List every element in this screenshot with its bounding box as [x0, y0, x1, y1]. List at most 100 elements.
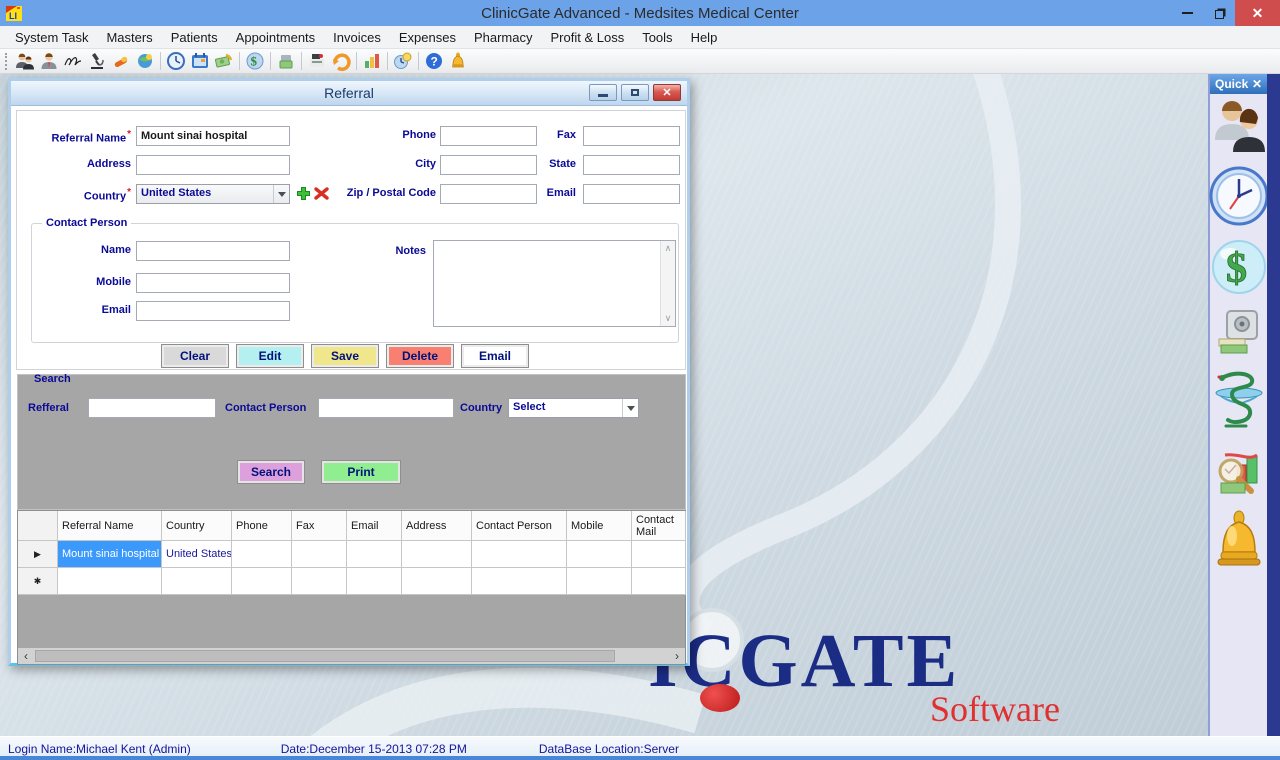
menu-help[interactable]: Help — [682, 27, 727, 48]
dialog-minimize-button[interactable] — [589, 84, 617, 101]
alerts-icon[interactable] — [1214, 510, 1264, 568]
grid-header-referral-name[interactable]: Referral Name — [58, 511, 162, 541]
expenses-icon[interactable] — [1215, 307, 1263, 357]
bell-icon[interactable] — [446, 50, 470, 72]
email-button[interactable]: Email — [462, 345, 528, 367]
grid-horizontal-scrollbar[interactable]: ‹ › — [18, 648, 685, 664]
cell-email[interactable] — [347, 568, 402, 595]
print-button[interactable]: Print — [322, 461, 400, 483]
menu-tools[interactable]: Tools — [633, 27, 681, 48]
cell-mobile[interactable] — [567, 568, 632, 595]
grid-header-country[interactable]: Country — [162, 511, 232, 541]
scroll-right-icon[interactable]: › — [669, 648, 685, 664]
help-icon[interactable]: ? — [422, 50, 446, 72]
cell-address[interactable] — [402, 568, 472, 595]
patients-group-icon[interactable] — [13, 50, 37, 72]
grid-header-email[interactable]: Email — [347, 511, 402, 541]
cell-email[interactable] — [347, 541, 402, 568]
close-button[interactable]: ✕ — [1235, 0, 1280, 26]
menu-pharmacy[interactable]: Pharmacy — [465, 27, 542, 48]
cell-fax[interactable] — [292, 541, 347, 568]
cell-phone[interactable] — [232, 541, 292, 568]
cell-fax[interactable] — [292, 568, 347, 595]
referral-name-input[interactable] — [136, 126, 290, 146]
notes-label: Notes — [316, 245, 426, 257]
menu-masters[interactable]: Masters — [97, 27, 161, 48]
profit-loss-icon[interactable] — [1213, 445, 1265, 499]
patients-icon[interactable] — [1213, 98, 1265, 154]
grid-header-contact-mail[interactable]: Contact Mail — [632, 511, 686, 541]
contact-mobile-input[interactable] — [136, 273, 290, 293]
cell-contact-person[interactable] — [472, 541, 567, 568]
services-icon[interactable] — [133, 50, 157, 72]
toolbar-grip — [5, 53, 8, 70]
search-refferal-input[interactable] — [88, 398, 216, 418]
calendar-icon[interactable] — [188, 50, 212, 72]
clock-icon[interactable] — [164, 50, 188, 72]
patient-icon[interactable] — [37, 50, 61, 72]
add-country-icon[interactable] — [296, 186, 311, 201]
signature-icon[interactable] — [61, 50, 85, 72]
notes-input[interactable]: ∧∨ — [433, 240, 676, 327]
cell-contact-person[interactable] — [472, 568, 567, 595]
minimize-button[interactable] — [1171, 0, 1203, 26]
prescription-icon[interactable] — [109, 50, 133, 72]
cell-contact-mail[interactable] — [632, 541, 686, 568]
cash-register-icon[interactable] — [305, 50, 329, 72]
notes-scrollbar[interactable]: ∧∨ — [660, 241, 675, 326]
address-input[interactable] — [136, 155, 290, 175]
delete-button[interactable]: Delete — [387, 345, 453, 367]
edit-button[interactable]: Edit — [237, 345, 303, 367]
grid-header-fax[interactable]: Fax — [292, 511, 347, 541]
state-input[interactable] — [583, 155, 680, 175]
cell-address[interactable] — [402, 541, 472, 568]
menu-invoices[interactable]: Invoices — [324, 27, 390, 48]
search-country-combo[interactable]: Select — [508, 398, 639, 418]
clear-button[interactable]: Clear — [162, 345, 228, 367]
cell-country[interactable] — [162, 568, 232, 595]
dialog-close-button[interactable]: ✕ — [653, 84, 681, 101]
search-button[interactable]: Search — [238, 461, 304, 483]
cell-referral-name[interactable]: Mount sinai hospital — [58, 541, 162, 568]
menu-patients[interactable]: Patients — [162, 27, 227, 48]
grid-row[interactable]: ▶ Mount sinai hospital United States — [18, 541, 685, 568]
menu-system-task[interactable]: System Task — [6, 27, 97, 48]
clock-icon[interactable] — [1208, 165, 1270, 227]
scroll-thumb[interactable] — [35, 650, 615, 662]
menu-appointments[interactable]: Appointments — [227, 27, 325, 48]
cell-contact-mail[interactable] — [632, 568, 686, 595]
cell-country[interactable]: United States — [162, 541, 232, 568]
menu-profit-loss[interactable]: Profit & Loss — [542, 27, 634, 48]
billing-icon[interactable]: $ — [1210, 238, 1268, 296]
save-button[interactable]: Save — [312, 345, 378, 367]
fax-input[interactable] — [583, 126, 680, 146]
statusbar: Login Name:Michael Kent (Admin) Date:Dec… — [0, 736, 1280, 760]
contact-email-input[interactable] — [136, 301, 290, 321]
reports-icon[interactable] — [360, 50, 384, 72]
dialog-maximize-button[interactable] — [621, 84, 649, 101]
inventory-icon[interactable] — [274, 50, 298, 72]
quick-close-icon[interactable]: ✕ — [1252, 77, 1262, 91]
menu-expenses[interactable]: Expenses — [390, 27, 465, 48]
reminder-icon[interactable] — [391, 50, 415, 72]
pharmacy-icon[interactable] — [1212, 368, 1266, 434]
grid-header-contact-person[interactable]: Contact Person — [472, 511, 567, 541]
microscope-icon[interactable] — [85, 50, 109, 72]
scroll-left-icon[interactable]: ‹ — [18, 648, 34, 664]
grid-header-address[interactable]: Address — [402, 511, 472, 541]
billing-icon[interactable]: $ — [243, 50, 267, 72]
search-contact-person-input[interactable] — [318, 398, 454, 418]
contact-name-input[interactable] — [136, 241, 290, 261]
undo-icon[interactable] — [329, 50, 353, 72]
fax-label: Fax — [516, 129, 576, 141]
grid-header-mobile[interactable]: Mobile — [567, 511, 632, 541]
cell-phone[interactable] — [232, 568, 292, 595]
grid-new-row[interactable]: ✱ — [18, 568, 685, 595]
cell-referral-name[interactable] — [58, 568, 162, 595]
cell-mobile[interactable] — [567, 541, 632, 568]
grid-header-phone[interactable]: Phone — [232, 511, 292, 541]
restore-button[interactable] — [1203, 0, 1235, 26]
payment-icon[interactable] — [212, 50, 236, 72]
country-combo[interactable]: United States — [136, 184, 290, 204]
email-input[interactable] — [583, 184, 680, 204]
